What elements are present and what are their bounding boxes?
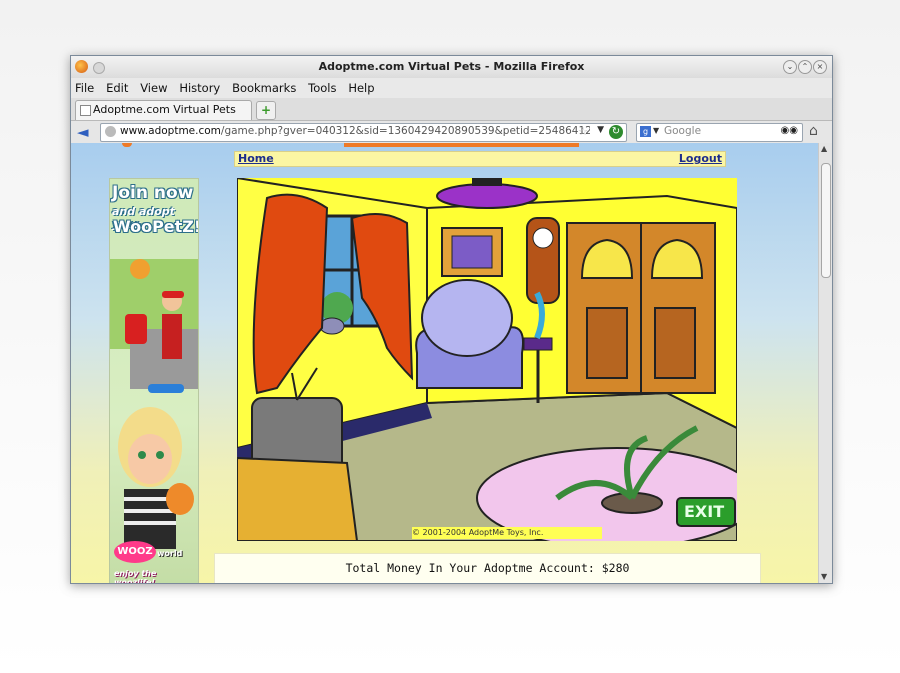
minimize-button[interactable]: ⌄: [783, 60, 797, 74]
star-icon[interactable]: ☆: [578, 125, 588, 138]
search-placeholder: Google: [664, 125, 702, 137]
menu-history[interactable]: History: [179, 78, 220, 98]
copyright-notice: © 2001-2004 AdoptMe Toys, Inc.: [412, 527, 602, 539]
tab-bar: Adoptme.com Virtual Pets +: [71, 98, 832, 121]
url-text[interactable]: www.adoptme.com/game.php?gver=040312&sid…: [120, 125, 590, 137]
url-path: /game.php?gver=040312&sid=13604294208905…: [220, 125, 590, 137]
scrollbar-thumb[interactable]: [821, 163, 831, 278]
home-icon[interactable]: ⌂: [809, 123, 825, 139]
window-menu-icon[interactable]: [93, 62, 105, 74]
ad-tagline: enjoy the woozlife!: [114, 569, 157, 583]
woozworld-logo-suffix: world: [157, 549, 183, 558]
decorative-shape: [122, 143, 132, 147]
scroll-down-icon[interactable]: ▼: [821, 572, 827, 581]
logout-link[interactable]: Logout: [679, 152, 722, 166]
chevron-down-icon[interactable]: ▼: [597, 125, 604, 135]
room-illustration: [237, 178, 737, 541]
menu-file[interactable]: File: [75, 78, 94, 98]
ad-brand: WooPetZ!: [113, 217, 199, 236]
close-button[interactable]: ×: [813, 60, 827, 74]
page-nav-bar: Home Logout: [234, 151, 726, 167]
home-link[interactable]: Home: [238, 152, 274, 166]
back-arrow-icon[interactable]: ◄: [77, 124, 93, 140]
url-bar[interactable]: www.adoptme.com/game.php?gver=040312&sid…: [100, 123, 627, 142]
menu-edit[interactable]: Edit: [106, 78, 128, 98]
title-bar: Adoptme.com Virtual Pets - Mozilla Firef…: [71, 56, 832, 78]
url-domain: www.adoptme.com: [120, 125, 221, 137]
reload-icon[interactable]: ↻: [609, 125, 623, 139]
page-content: Home Logout Join now and adopt your WooP…: [71, 143, 818, 583]
maximize-button[interactable]: ⌃: [798, 60, 812, 74]
window-title: Adoptme.com Virtual Pets - Mozilla Firef…: [318, 60, 585, 73]
tab-adoptme[interactable]: Adoptme.com Virtual Pets: [75, 100, 252, 120]
menu-view[interactable]: View: [140, 78, 167, 98]
woozworld-ad-banner[interactable]: Join now and adopt your WooPetZ! WOOZ wo…: [109, 178, 199, 583]
binoculars-icon[interactable]: ◉◉: [781, 125, 798, 136]
firefox-logo-icon: [75, 60, 88, 73]
search-engine-dropdown-icon[interactable]: ▼: [653, 126, 659, 135]
menu-tools[interactable]: Tools: [308, 78, 336, 98]
account-balance-panel: Total Money In Your Adoptme Account: $28…: [214, 553, 761, 583]
menu-help[interactable]: Help: [348, 78, 374, 98]
browser-window: Adoptme.com Virtual Pets - Mozilla Firef…: [70, 55, 833, 584]
ad-headline: Join now: [112, 183, 194, 203]
tab-label: Adoptme.com Virtual Pets: [93, 103, 236, 116]
pet-room-scene[interactable]: EXIT © 2001-2004 AdoptMe Toys, Inc.: [237, 178, 737, 541]
orange-header-strip: [344, 143, 579, 147]
menu-bar: File Edit View History Bookmarks Tools H…: [71, 78, 832, 98]
site-identity-icon[interactable]: [105, 126, 116, 137]
navigation-toolbar: ◄ www.adoptme.com/game.php?gver=040312&s…: [71, 121, 832, 145]
woozworld-logo: WOOZ: [114, 541, 156, 563]
menu-bookmarks[interactable]: Bookmarks: [232, 78, 296, 98]
vertical-scrollbar[interactable]: ▲ ▼: [818, 143, 832, 583]
new-tab-button[interactable]: +: [256, 101, 276, 120]
google-icon[interactable]: g: [640, 126, 651, 137]
search-bar[interactable]: g ▼ Google ◉◉: [636, 123, 803, 142]
account-balance-text: Total Money In Your Adoptme Account: $28…: [345, 561, 630, 575]
page-icon: [80, 105, 91, 116]
scroll-up-icon[interactable]: ▲: [821, 144, 827, 153]
exit-button[interactable]: EXIT: [684, 502, 724, 521]
ad-illustration: [110, 259, 198, 549]
